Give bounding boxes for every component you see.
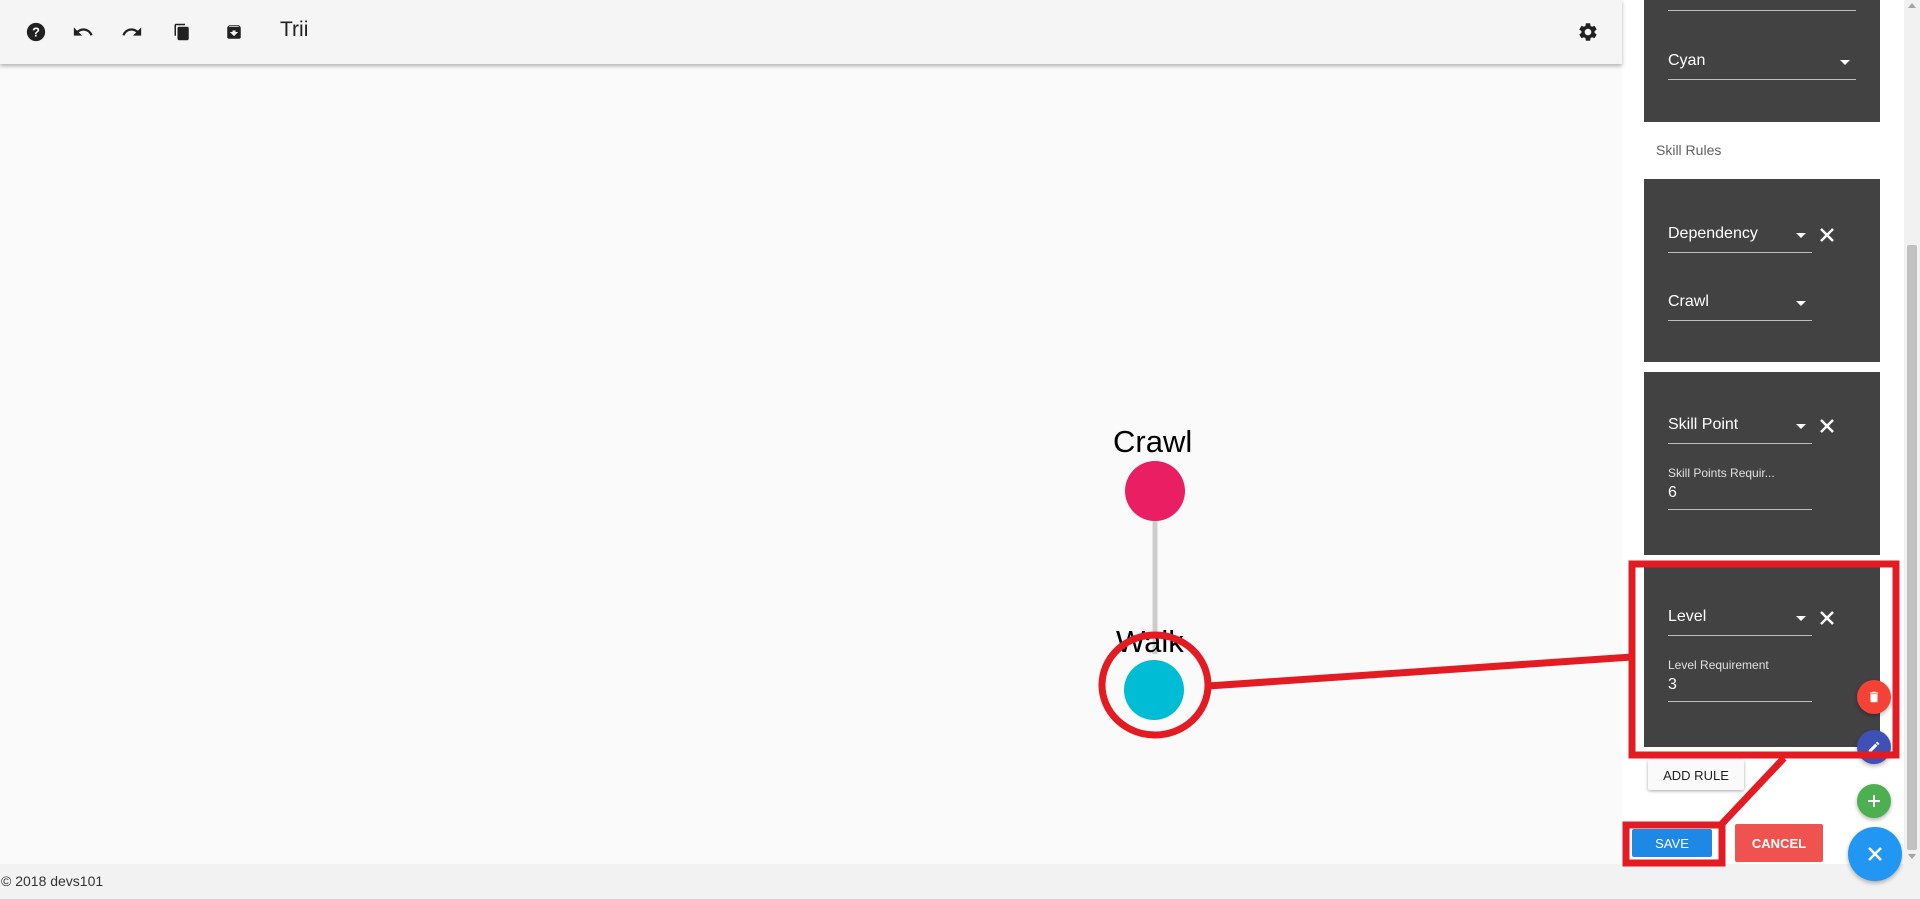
svg-text:?: ? bbox=[32, 25, 40, 40]
rule-type-select[interactable]: Dependency bbox=[1668, 225, 1812, 253]
pencil-icon bbox=[1868, 741, 1880, 753]
gear-icon[interactable] bbox=[1576, 20, 1600, 44]
color-select-value: Cyan bbox=[1668, 52, 1706, 69]
node-label-walk: Walk bbox=[1116, 624, 1184, 659]
rule-type-value: Level bbox=[1668, 608, 1707, 625]
rule-type-value: Dependency bbox=[1668, 225, 1758, 242]
level-requirement-input[interactable]: 3 bbox=[1668, 676, 1812, 702]
node-walk[interactable] bbox=[1124, 660, 1184, 720]
rule-card-level: Level Level Requirement 3 bbox=[1644, 564, 1880, 747]
level-requirement-label: Level Requirement bbox=[1668, 658, 1769, 672]
close-icon[interactable] bbox=[1818, 226, 1836, 244]
copy-icon[interactable] bbox=[170, 20, 194, 44]
skill-points-label: Skill Points Requir... bbox=[1668, 466, 1775, 480]
rule-type-select[interactable]: Skill Point bbox=[1668, 416, 1812, 444]
top-toolbar: ? Trii bbox=[0, 0, 1622, 64]
edit-fab[interactable] bbox=[1857, 730, 1891, 764]
cancel-button[interactable]: CANCEL bbox=[1735, 824, 1823, 862]
undo-icon[interactable] bbox=[71, 20, 95, 44]
redo-icon[interactable] bbox=[120, 20, 144, 44]
copyright-text: © 2018 devs101 bbox=[1, 873, 104, 889]
footer: © 2018 devs101 bbox=[0, 864, 1920, 899]
scroll-down-arrow-icon[interactable] bbox=[1908, 854, 1916, 859]
node-label-crawl: Crawl bbox=[1113, 424, 1193, 459]
close-icon[interactable] bbox=[1818, 417, 1836, 435]
dependency-skill-value: Crawl bbox=[1668, 293, 1709, 310]
color-select[interactable]: Cyan bbox=[1668, 52, 1856, 80]
node-color-card: Cyan bbox=[1644, 0, 1880, 122]
close-icon[interactable] bbox=[1818, 609, 1836, 627]
add-rule-button[interactable]: ADD RULE bbox=[1648, 760, 1744, 790]
chevron-down-icon bbox=[1796, 301, 1806, 306]
save-button[interactable]: SAVE bbox=[1632, 829, 1712, 857]
rule-card-skill-point: Skill Point Skill Points Requir... 6 bbox=[1644, 372, 1880, 555]
panel-scrollbar[interactable] bbox=[1904, 0, 1920, 864]
chevron-down-icon bbox=[1796, 424, 1806, 429]
graph-edges bbox=[1152, 491, 1158, 654]
close-fab[interactable] bbox=[1848, 827, 1902, 881]
chevron-down-icon bbox=[1796, 233, 1806, 238]
graph-canvas[interactable]: Crawl Walk bbox=[0, 64, 1622, 864]
field-underline bbox=[1668, 10, 1856, 11]
delete-fab[interactable] bbox=[1857, 680, 1891, 714]
scroll-up-arrow-icon[interactable] bbox=[1908, 3, 1916, 8]
rule-type-select[interactable]: Level bbox=[1668, 608, 1812, 636]
plus-icon bbox=[1868, 795, 1880, 807]
add-fab[interactable] bbox=[1857, 784, 1891, 818]
chevron-down-icon bbox=[1796, 616, 1806, 621]
rule-card-dependency: Dependency Crawl bbox=[1644, 179, 1880, 362]
skill-points-input[interactable]: 6 bbox=[1668, 484, 1812, 510]
app-title: Trii bbox=[280, 18, 309, 41]
archive-icon[interactable] bbox=[222, 20, 246, 44]
scroll-thumb[interactable] bbox=[1907, 245, 1917, 850]
trash-icon bbox=[1869, 691, 1879, 703]
help-icon[interactable]: ? bbox=[24, 20, 48, 44]
skill-rules-heading: Skill Rules bbox=[1656, 142, 1722, 158]
rule-type-value: Skill Point bbox=[1668, 416, 1739, 433]
chevron-down-icon bbox=[1840, 60, 1850, 65]
close-icon bbox=[1868, 847, 1882, 861]
node-crawl[interactable] bbox=[1125, 461, 1185, 521]
dependency-skill-select[interactable]: Crawl bbox=[1668, 293, 1812, 321]
